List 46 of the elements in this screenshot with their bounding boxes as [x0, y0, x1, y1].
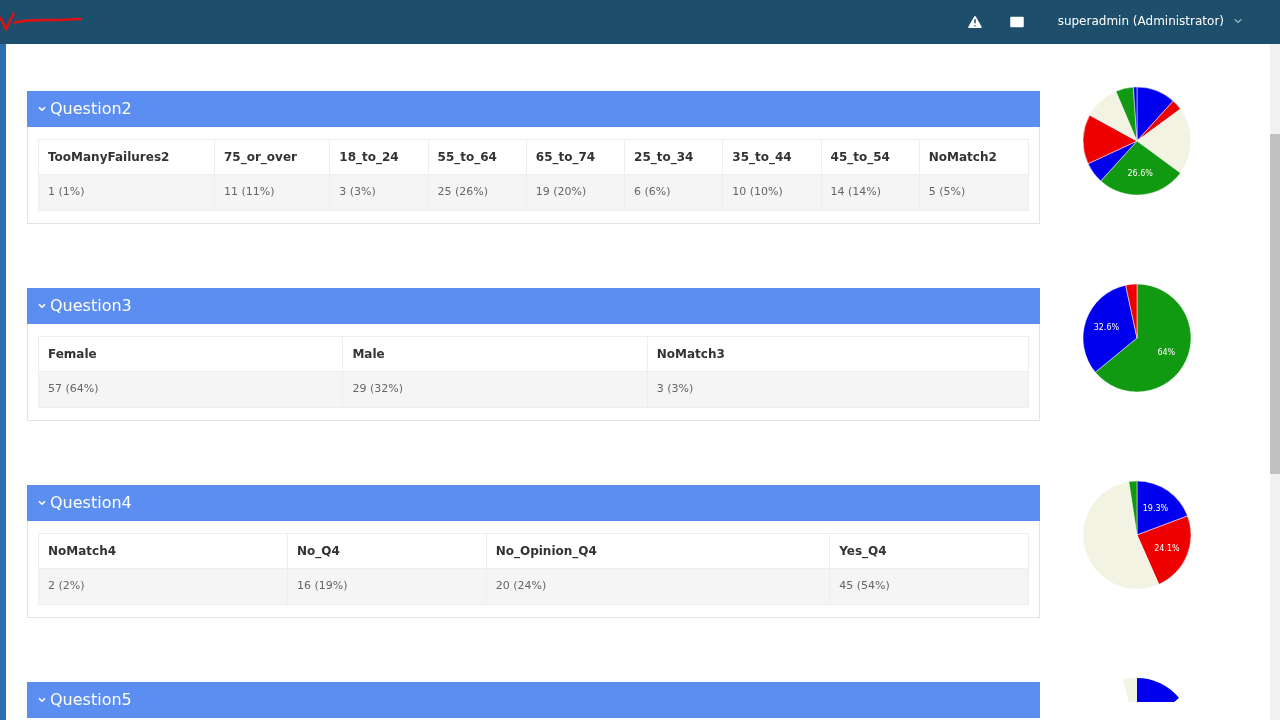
column-heading: No_Opinion_Q4: [486, 533, 830, 569]
alert-button[interactable]: [965, 13, 984, 31]
table-cell: 20 (24%): [486, 568, 830, 605]
column-heading: Yes_Q4: [829, 533, 1029, 569]
column-heading: No_Q4: [287, 533, 487, 569]
table-cell: 16 (19%): [287, 568, 487, 605]
table-cell: 3 (3%): [647, 371, 1029, 408]
table-cell: 3 (3%): [329, 174, 429, 211]
scrollbar-thumb[interactable]: [1270, 134, 1280, 474]
column-heading: 55_to_64: [428, 139, 527, 175]
column-heading: NoMatch4: [38, 533, 288, 569]
section-header[interactable]: Question3: [27, 288, 1040, 324]
column-heading: NoMatch3: [647, 336, 1029, 372]
table-cell: 10 (10%): [722, 174, 822, 211]
warning-icon: [965, 13, 984, 31]
section-header[interactable]: Question5: [27, 682, 1040, 718]
table-cell: 2 (2%): [38, 568, 288, 605]
column-heading: 25_to_34: [624, 139, 723, 175]
column-heading: 75_or_over: [214, 139, 330, 175]
column-heading: TooManyFailures2: [38, 139, 215, 175]
column-heading: 35_to_44: [722, 139, 822, 175]
column-heading: NoMatch2: [919, 139, 1029, 175]
section-header[interactable]: Question2: [27, 91, 1040, 127]
slice-label: 32.6%: [1093, 323, 1120, 333]
table-cell: 1 (1%): [38, 174, 215, 211]
table-cell: 57 (64%): [38, 371, 343, 408]
slice-label: 24.1%: [1154, 543, 1180, 553]
column-heading: Female: [38, 336, 343, 372]
table-cell: 11 (11%): [214, 174, 330, 211]
table-cell: 14 (14%): [821, 174, 920, 211]
pie-chart-drawing: [1121, 678, 1179, 702]
section-header[interactable]: Question4: [27, 485, 1040, 521]
slice-label: 64%: [1157, 347, 1176, 357]
column-heading: 65_to_74: [526, 139, 625, 175]
table-cell: 45 (54%): [829, 568, 1029, 605]
table-cell: 25 (26%): [428, 174, 527, 211]
table-cell: 29 (32%): [342, 371, 648, 408]
column-heading: Male: [342, 336, 648, 372]
user-menu[interactable]: superadmin (Administrator): [1057, 12, 1244, 30]
column-heading: 18_to_24: [329, 139, 429, 175]
table-cell: 5 (5%): [919, 174, 1029, 211]
table-cell: 19 (20%): [526, 174, 625, 211]
slice-label: 26.6%: [1127, 169, 1153, 179]
slice-label: 19.3%: [1142, 504, 1169, 514]
table-cell: 6 (6%): [624, 174, 723, 211]
column-heading: 45_to_54: [821, 139, 920, 175]
